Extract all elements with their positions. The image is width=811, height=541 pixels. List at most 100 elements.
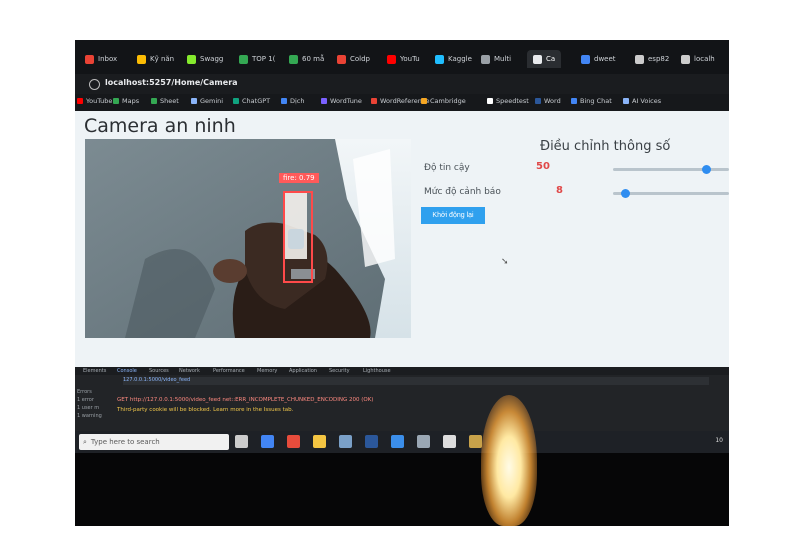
app-icon[interactable] [339, 435, 352, 448]
tab-favicon-icon [337, 54, 346, 64]
url-text[interactable]: localhost:5257/Home/Camera [105, 78, 238, 87]
bookmark-favicon-icon [191, 98, 197, 104]
confidence-label: Độ tin cậy [424, 163, 470, 173]
browser-tab[interactable]: localh [681, 50, 715, 68]
bookmark-item[interactable]: ChatGPT [233, 97, 270, 105]
camera-feed: fire: 0.79 [85, 139, 411, 338]
browser-tab[interactable]: Kaggle [435, 50, 472, 68]
warning-level-slider[interactable] [613, 189, 729, 198]
bookmark-label: WordTune [330, 97, 362, 105]
browser-tab[interactable]: Coldp [337, 50, 370, 68]
browser-tab[interactable]: dweet [581, 50, 616, 68]
web-page: Camera an ninh fire: 0.79 Điều chỉnh thô… [75, 111, 729, 367]
browser-tab[interactable]: Ca [527, 50, 562, 68]
bookmark-label: Cambridge [430, 97, 466, 105]
bookmark-label: Sheet [160, 97, 179, 105]
devtools-tab-bar: Elements Console Sources Network Performance… [75, 367, 729, 375]
devtools-side-item[interactable]: Errors [77, 389, 92, 395]
bookmark-favicon-icon [487, 98, 493, 104]
clock-text[interactable]: 10 [715, 437, 723, 444]
devtools-tab[interactable]: Elements [83, 368, 106, 374]
warning-level-slider-thumb[interactable] [620, 189, 630, 198]
bookmark-favicon-icon [233, 98, 239, 104]
browser-tab[interactable]: esp82 [635, 50, 669, 68]
console-info-line: Third-party cookie will be blocked. Lear… [117, 407, 294, 413]
bookmark-label: Word [544, 97, 561, 105]
devtools-tab[interactable]: Security [329, 368, 350, 374]
browser-tab[interactable]: YouTu [387, 50, 420, 68]
tab-favicon-icon [581, 54, 590, 64]
browser-tab[interactable]: Swagg [187, 50, 223, 68]
app-red-icon[interactable] [287, 435, 300, 448]
devtools-tab[interactable]: Network [179, 368, 200, 374]
devtools-tab[interactable]: Lighthouse [363, 368, 391, 374]
tab-label: Multi [494, 55, 512, 63]
devtools-tab[interactable]: Application [289, 368, 317, 374]
tab-label: Ca [546, 55, 556, 63]
chrome-icon[interactable] [261, 435, 274, 448]
browser-tab[interactable]: Inbox [85, 50, 117, 68]
confidence-slider-thumb[interactable] [701, 165, 711, 174]
devtools-tab[interactable]: Memory [257, 368, 277, 374]
bookmark-item[interactable]: YouTube [77, 97, 112, 105]
devtools-side-item[interactable]: 1 error [77, 397, 94, 403]
bookmark-label: YouTube [86, 97, 113, 105]
tab-label: dweet [594, 55, 616, 63]
search-placeholder: Type here to search [90, 438, 160, 446]
taskbar-search-box[interactable]: ⌕ Type here to search [79, 434, 229, 450]
bookmark-favicon-icon [421, 98, 427, 104]
bookmark-item[interactable]: Gemini [191, 97, 223, 105]
confidence-slider[interactable] [613, 165, 729, 174]
bookmark-favicon-icon [535, 98, 541, 104]
bookmark-item[interactable]: Bing Chat [571, 97, 612, 105]
tab-favicon-icon [85, 54, 94, 64]
bookmark-favicon-icon [77, 98, 83, 104]
bookmark-item[interactable]: Sheet [151, 97, 179, 105]
devtools-tab[interactable]: Performance [213, 368, 245, 374]
browser-tab[interactable]: 60 mẫ [289, 50, 324, 68]
tab-label: esp82 [648, 55, 670, 63]
bookmark-item[interactable]: Cambridge [421, 97, 466, 105]
camera-frame-image [85, 139, 411, 338]
devtools-filter-input[interactable]: 127.0.0.1:5000/video_feed [123, 377, 709, 385]
bookmark-label: Speedtest [496, 97, 529, 105]
bookmark-item[interactable]: Dịch [281, 97, 305, 105]
vscode-icon[interactable] [391, 435, 404, 448]
bookmark-item[interactable]: Speedtest [487, 97, 529, 105]
tab-favicon-icon [187, 54, 196, 64]
devtools-side-item[interactable]: 1 user m [77, 405, 99, 411]
devtools-tab[interactable]: Console [117, 368, 137, 374]
app-icon[interactable] [469, 435, 482, 448]
bookmark-label: ChatGPT [242, 97, 271, 105]
bookmark-item[interactable]: WordTune [321, 97, 362, 105]
task-view-icon[interactable] [235, 435, 248, 448]
file-explorer-icon[interactable] [313, 435, 326, 448]
app-icon[interactable] [417, 435, 430, 448]
tab-label: Inbox [98, 55, 118, 63]
devtools-panel: Elements Console Sources Network Performance… [75, 367, 729, 431]
devtools-side-item[interactable]: 1 warning [77, 413, 102, 419]
browser-tab[interactable]: Multi [481, 50, 511, 68]
devtools-tab[interactable]: Sources [149, 368, 169, 374]
bookmark-label: Dịch [290, 97, 305, 105]
browser-tab[interactable]: Kỹ năn [137, 50, 174, 68]
bookmark-item[interactable]: AI Voices [623, 97, 661, 105]
warning-level-value: 8 [556, 185, 563, 196]
tab-label: Kaggle [448, 55, 472, 63]
settings-icon[interactable] [443, 435, 456, 448]
word-icon[interactable] [365, 435, 378, 448]
bookmark-item[interactable]: Maps [113, 97, 139, 105]
search-icon: ⌕ [83, 437, 87, 446]
bookmark-favicon-icon [281, 98, 287, 104]
bookmark-item[interactable]: Word [535, 97, 561, 105]
windows-taskbar: ⌕ Type here to search 10 [75, 431, 729, 453]
tab-favicon-icon [137, 54, 146, 64]
restart-button[interactable]: Khởi động lại [421, 207, 485, 224]
bookmarks-bar: YouTube Maps Sheet Gemini ChatGPT Dịch WordTun… [75, 94, 729, 111]
address-bar[interactable]: localhost:5257/Home/Camera [75, 74, 729, 94]
tab-favicon-icon [635, 54, 644, 64]
browser-tab[interactable]: TOP 1( [239, 50, 275, 68]
tab-label: Swagg [200, 55, 224, 63]
warning-level-label: Mức độ cảnh báo [424, 187, 501, 197]
site-info-icon[interactable] [89, 79, 100, 90]
